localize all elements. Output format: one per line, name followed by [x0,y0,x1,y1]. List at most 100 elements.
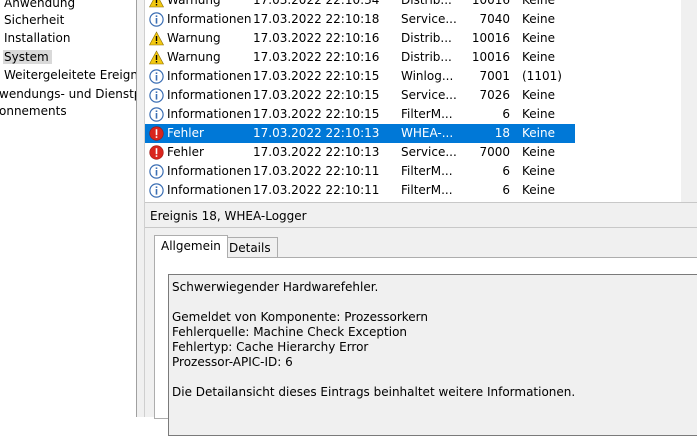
event-row[interactable]: Informationen 17.03.2022 22:10:15 FilterM.… [145,105,575,124]
event-row[interactable]: Informationen 17.03.2022 22:10:18 Service.… [145,10,575,29]
event-category: Keine [522,50,555,64]
event-date: 17.03.2022 22:10:13 [253,126,380,140]
event-level: Informationen [167,107,252,121]
event-detail-pane: Ereignis 18, WHEA-Logger Allgemein Detai… [145,206,697,436]
error-icon [149,124,165,143]
event-id: 6 [502,164,510,178]
description-line: Schwerwiegender Hardwarefehler. [172,280,379,294]
event-level: Warnung [167,31,221,45]
event-row[interactable]: Warnung 17.03.2022 22:10:16 Distrib... 1001… [145,29,575,48]
info-icon [149,162,165,181]
event-level: Warnung [167,50,221,64]
event-date: 17.03.2022 22:10:15 [253,107,380,121]
tab-allgemein[interactable]: Allgemein [154,235,228,258]
event-level: Fehler [167,126,204,140]
event-level: Informationen [167,183,252,197]
nav-item-label: Installation [4,31,71,45]
event-date: 17.03.2022 22:10:13 [253,145,380,159]
event-date: 17.03.2022 22:10:16 [253,50,380,64]
error-icon [149,143,165,162]
pane-splitter[interactable] [137,0,144,417]
event-date: 17.03.2022 22:10:18 [253,12,380,26]
event-row[interactable]: Informationen 17.03.2022 22:10:15 Winlog..… [145,67,575,86]
event-source: Service... [401,145,457,159]
event-row[interactable]: Informationen 17.03.2022 22:10:11 FilterM.… [145,162,575,181]
event-category: Keine [522,12,555,26]
event-source: FilterM... [401,107,453,121]
nav-item-weitergeleitete-ereignisse[interactable]: Weitergeleitete Ereignisse [4,66,136,84]
event-source: Distrib... [401,0,452,7]
nav-item-label: Anwendung [4,0,76,10]
event-id: 6 [502,107,510,121]
detail-title: Ereignis 18, WHEA-Logger [150,209,307,223]
info-icon [149,67,165,86]
event-date: 17.03.2022 22:10:15 [253,69,380,83]
event-row[interactable]: Warnung 17.03.2022 22:10:16 Distrib... 1001… [145,48,575,67]
event-id: 7000 [479,145,510,159]
info-icon [149,86,165,105]
description-line: Gemeldet von Komponente: Prozessorkern [172,310,429,324]
warning-icon [149,29,165,48]
nav-item-anwendungs-und-dienstprotokolle[interactable]: wendungs- und Dienstprot [0,85,136,103]
nav-item-system[interactable]: System [3,48,52,66]
event-level: Fehler [167,145,204,159]
event-category: Keine [522,31,555,45]
event-category: (1101) [522,69,562,83]
event-list-scrollbar[interactable] [681,0,697,202]
event-source: FilterM... [401,164,453,178]
event-list: Warnung 17.03.2022 22:10:34 Distrib... 1001… [145,0,697,202]
event-category: Keine [522,88,555,102]
nav-item-label: System [3,50,52,64]
detail-header: Ereignis 18, WHEA-Logger [145,206,697,228]
info-icon [149,10,165,29]
event-id: 10016 [471,50,510,64]
event-date: 17.03.2022 22:10:11 [253,164,380,178]
event-source: Distrib... [401,31,452,45]
event-row[interactable]: Fehler 17.03.2022 22:10:13 Service... 7000 K… [145,143,575,162]
info-icon [149,105,165,124]
nav-item-sicherheit[interactable]: Sicherheit [4,11,64,29]
nav-item-label: wendungs- und Dienstprot [0,87,136,101]
tab-panel-allgemein: Schwerwiegender Hardwarefehler. Gemeldet… [154,257,697,436]
event-category: Keine [522,0,555,7]
navigation-tree: Anwendung Sicherheit Installation System… [0,0,136,417]
event-source: Service... [401,12,457,26]
event-date: 17.03.2022 22:10:16 [253,31,380,45]
event-id: 10016 [471,0,510,7]
nav-item-abonnements[interactable]: onnements [0,102,67,120]
event-level: Informationen [167,12,252,26]
nav-item-label: Weitergeleitete Ereignisse [4,68,136,82]
event-source: Service... [401,88,457,102]
event-category: Keine [522,145,555,159]
info-icon [149,181,165,200]
warning-icon [149,48,165,67]
event-level: Informationen [167,69,252,83]
event-category: Keine [522,107,555,121]
event-row[interactable]: Fehler 17.03.2022 22:10:13 WHEA-... 18 Keine [145,124,575,143]
event-date: 17.03.2022 22:10:11 [253,183,380,197]
nav-item-installation[interactable]: Installation [4,29,70,47]
event-row[interactable]: Informationen 17.03.2022 22:10:11 FilterM.… [145,181,575,200]
event-category: Keine [522,164,555,178]
description-line: Fehlertyp: Cache Hierarchy Error [172,340,369,354]
event-description[interactable]: Schwerwiegender Hardwarefehler. Gemeldet… [168,274,697,436]
event-source: WHEA-... [401,126,454,140]
event-id: 18 [494,126,510,140]
event-level: Informationen [167,88,252,102]
nav-item-label: onnements [0,104,67,118]
tab-details[interactable]: Details [222,237,278,258]
event-level: Informationen [167,164,252,178]
description-line: Die Detailansicht dieses Eintrags beinha… [172,385,576,399]
event-id: 6 [502,183,510,197]
event-id: 10016 [471,31,510,45]
event-id: 7026 [479,88,510,102]
nav-item-label: Sicherheit [4,13,65,27]
event-source: FilterM... [401,183,453,197]
event-date: 17.03.2022 22:10:34 [253,0,380,7]
event-category: Keine [522,183,555,197]
event-id: 7001 [479,69,510,83]
event-row[interactable]: Informationen 17.03.2022 22:10:15 Service.… [145,86,575,105]
warning-icon [149,0,165,10]
event-date: 17.03.2022 22:10:15 [253,88,380,102]
event-row[interactable]: Warnung 17.03.2022 22:10:34 Distrib... 1001… [145,0,575,10]
